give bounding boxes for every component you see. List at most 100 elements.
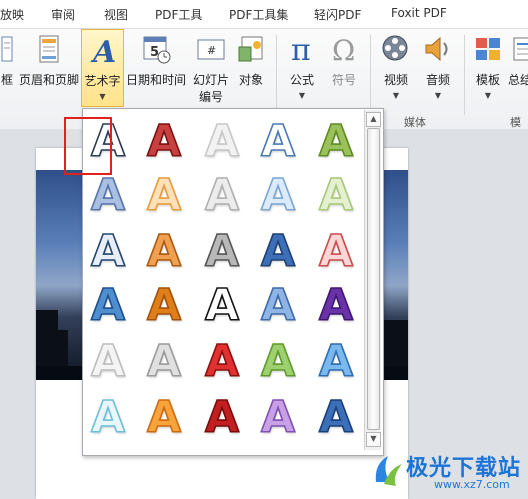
svg-text:Ω: Ω (332, 34, 355, 65)
wordart-style-option[interactable]: A (200, 172, 244, 220)
speaker-icon (422, 33, 454, 68)
datetime-button[interactable]: 5 日期和时间 (124, 29, 188, 107)
wordart-sample-letter: A (146, 170, 182, 221)
wordart-icon: A (88, 34, 118, 71)
film-reel-icon (380, 33, 412, 68)
formula-button[interactable]: π 公式 ▼ (284, 29, 320, 107)
wordart-style-option[interactable]: A (256, 118, 300, 166)
wordart-style-option[interactable]: A (86, 228, 130, 276)
wordart-sample-letter: A (318, 336, 354, 387)
video-button[interactable]: 视频 ▼ (376, 29, 416, 107)
slide-number-icon: # (195, 33, 227, 68)
wordart-style-option[interactable]: A (86, 172, 130, 220)
video-label: 视频 (383, 73, 408, 87)
tab-pdf-tools[interactable]: PDF工具 (155, 6, 202, 23)
tab-pdf-toolset[interactable]: PDF工具集 (229, 6, 288, 23)
wordart-style-option[interactable]: A (200, 394, 244, 442)
wordart-sample-letter: A (318, 392, 354, 443)
tab-review[interactable]: 审阅 (51, 6, 75, 23)
template-label: 模板 (475, 73, 500, 87)
wordart-style-option[interactable]: A (142, 394, 186, 442)
symbol-label: 符号 (331, 73, 356, 87)
formula-dropdown-arrow: ▼ (298, 91, 306, 100)
header-footer-label: 页眉和页脚 (18, 73, 79, 87)
wordart-sample-letter: A (90, 226, 126, 277)
ribbon-separator (464, 35, 465, 115)
symbol-button[interactable]: Ω 符号 (326, 29, 362, 107)
wordart-sample-letter: A (146, 280, 182, 331)
template-dropdown-arrow: ▼ (484, 91, 492, 100)
wordart-style-option[interactable]: A (86, 394, 130, 442)
svg-text:#: # (207, 44, 216, 57)
summary-icon (511, 33, 528, 68)
wordart-style-option[interactable]: A (200, 228, 244, 276)
wordart-sample-letter: A (204, 170, 240, 221)
wordart-sample-letter: A (260, 280, 296, 331)
wordart-style-option[interactable]: A (142, 172, 186, 220)
aurora-logo-icon (375, 456, 402, 486)
wordart-style-option[interactable]: A (314, 394, 358, 442)
wordart-style-option[interactable]: A (200, 118, 244, 166)
object-button[interactable]: 对象 (234, 29, 268, 107)
tab-slideshow[interactable]: 放映 (0, 6, 24, 23)
scroll-thumb[interactable] (367, 128, 380, 430)
wordart-sample-letter: A (260, 336, 296, 387)
svg-text:A: A (90, 35, 116, 68)
audio-dropdown-arrow: ▼ (434, 91, 442, 100)
scroll-down-button[interactable]: ▼ (366, 432, 381, 447)
wordart-sample-letter: A (90, 392, 126, 443)
summary-label: 总结 (508, 73, 528, 87)
wordart-style-option[interactable]: A (142, 118, 186, 166)
tab-foxit-pdf[interactable]: Foxit PDF (391, 6, 447, 20)
gallery-scrollbar[interactable]: ▲ ▼ (364, 110, 381, 450)
svg-text:π: π (291, 33, 311, 65)
wordart-style-option[interactable]: A (314, 282, 358, 330)
wordart-style-option[interactable]: A (142, 228, 186, 276)
textbox-button[interactable]: 框 (0, 29, 18, 107)
tab-view[interactable]: 视图 (104, 6, 128, 23)
wordart-style-option[interactable]: A (86, 338, 130, 386)
wordart-sample-letter: A (260, 226, 296, 277)
wordart-style-option[interactable]: A (200, 282, 244, 330)
wordart-style-option[interactable]: A (86, 282, 130, 330)
calendar-icon: 5 (140, 33, 172, 68)
wordart-style-option[interactable]: A (256, 172, 300, 220)
wordart-style-option[interactable]: A (314, 172, 358, 220)
wordart-sample-letter: A (204, 392, 240, 443)
slide-number-label-1: 幻灯片 (192, 73, 229, 87)
wordart-sample-letter: A (318, 116, 354, 167)
wordart-style-option[interactable]: A (142, 282, 186, 330)
wordart-style-option[interactable]: A (256, 282, 300, 330)
site-logo: 极光下载站 www.xz7.com (370, 448, 525, 494)
slide-number-button[interactable]: # 幻灯片 编号 (188, 29, 234, 107)
wordart-sample-letter: A (146, 336, 182, 387)
wordart-button[interactable]: A 艺术字 ▼ (81, 29, 124, 107)
wordart-sample-letter: A (204, 336, 240, 387)
wordart-style-option[interactable]: A (256, 338, 300, 386)
wordart-style-option[interactable]: A (142, 338, 186, 386)
header-footer-icon (35, 33, 63, 68)
textbox-label: 框 (0, 73, 13, 87)
summary-button[interactable]: 总结 (508, 29, 528, 107)
pi-icon: π (287, 33, 317, 68)
menu-tab-bar: 放映 审阅 视图 PDF工具 PDF工具集 轻闪PDF Foxit PDF (0, 0, 528, 28)
audio-button[interactable]: 音频 ▼ (418, 29, 458, 107)
omega-icon: Ω (329, 33, 359, 68)
wordart-style-option[interactable]: A (256, 394, 300, 442)
tab-flash-pdf[interactable]: 轻闪PDF (314, 6, 361, 23)
wordart-style-option[interactable]: A (314, 338, 358, 386)
object-icon (236, 33, 266, 68)
scroll-up-button[interactable]: ▲ (366, 112, 381, 127)
ribbon-separator (370, 35, 371, 115)
template-icon (473, 33, 503, 68)
wordart-sample-letter: A (318, 280, 354, 331)
header-footer-button[interactable]: 页眉和页脚 (18, 29, 80, 107)
wordart-style-option[interactable]: A (314, 118, 358, 166)
template-button[interactable]: 模板 ▼ (470, 29, 506, 107)
wordart-style-option[interactable]: A (200, 338, 244, 386)
wordart-style-option[interactable]: A (314, 228, 358, 276)
wordart-sample-letter: A (146, 392, 182, 443)
wordart-sample-letter: A (260, 392, 296, 443)
wordart-sample-letter: A (204, 226, 240, 277)
wordart-style-option[interactable]: A (256, 228, 300, 276)
